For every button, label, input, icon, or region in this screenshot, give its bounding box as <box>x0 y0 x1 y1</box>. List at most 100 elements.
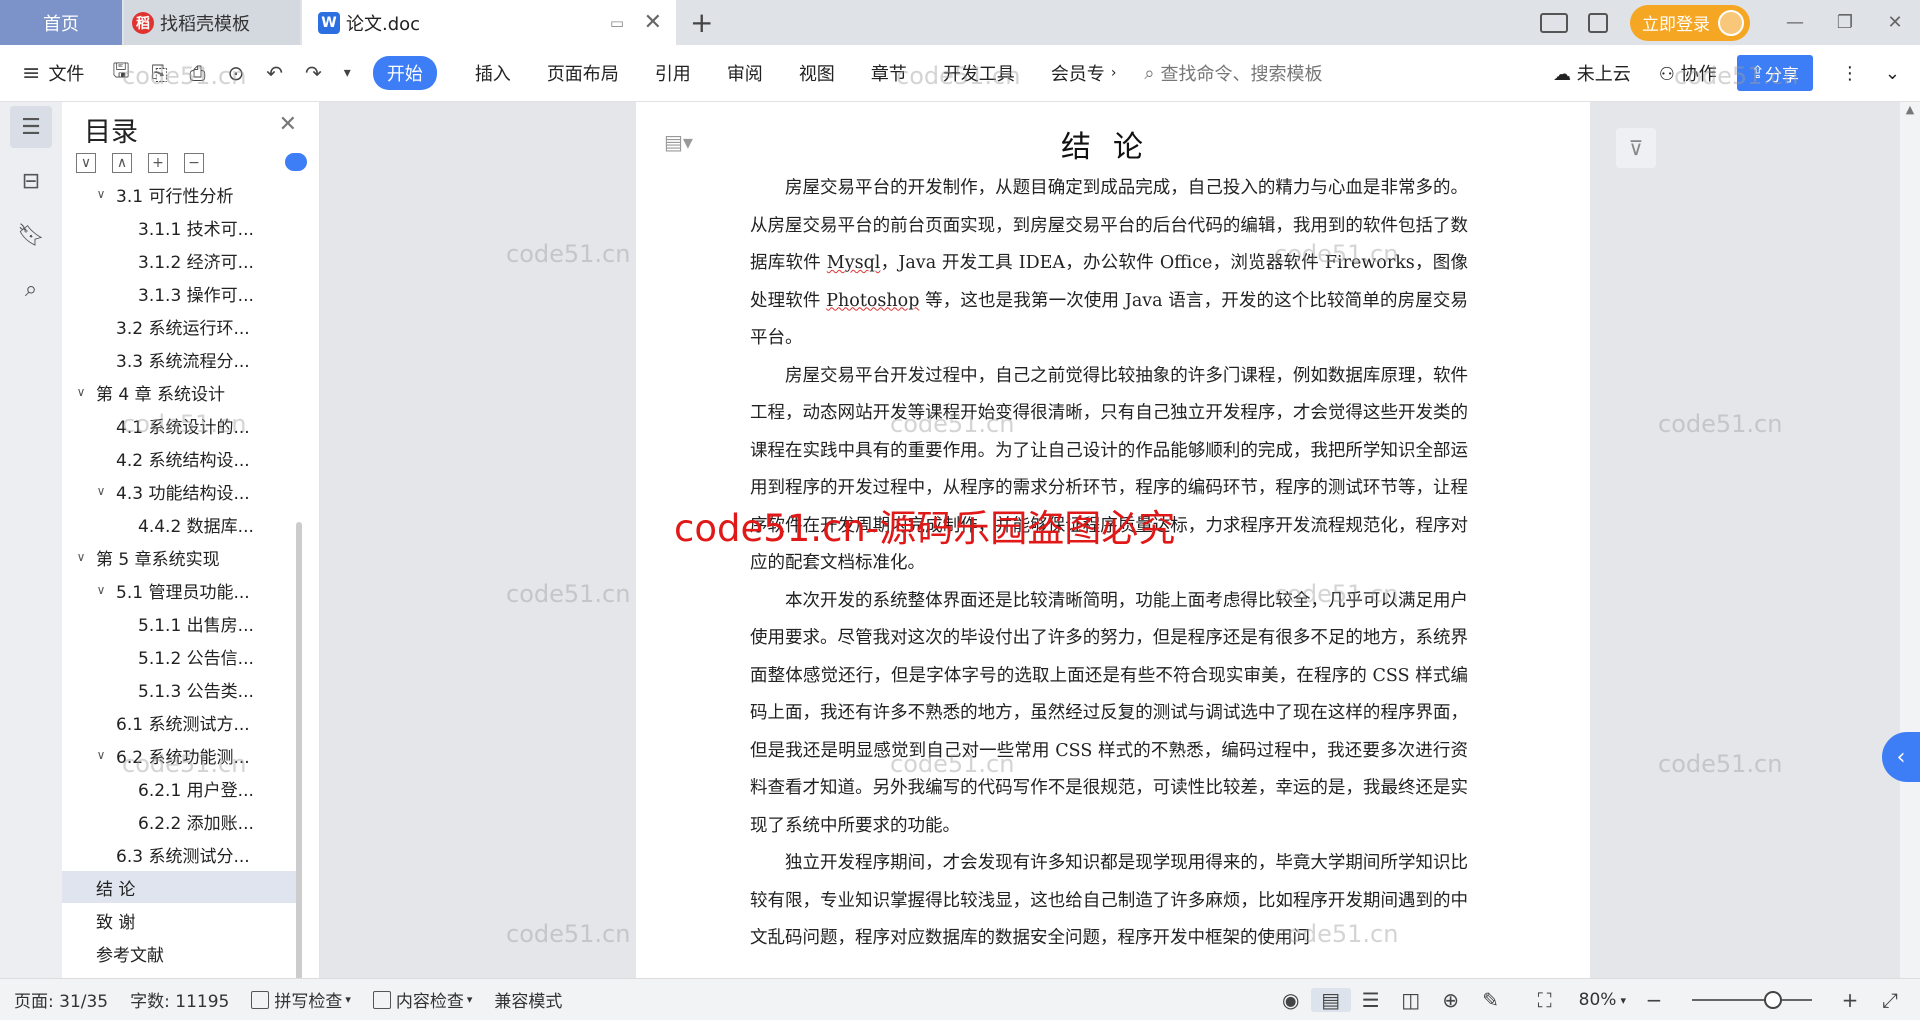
remove-heading-icon[interactable]: − <box>184 153 204 173</box>
compat-mode[interactable]: 兼容模式 <box>494 987 562 1012</box>
expand-chevron-icon[interactable]: ∨ <box>72 385 90 399</box>
outline-view-icon[interactable]: ☰ <box>1351 988 1391 1012</box>
expand-chevron-icon[interactable]: ∨ <box>92 187 110 201</box>
print-icon[interactable]: ⎙ <box>189 61 205 85</box>
tab-home[interactable]: 首页 <box>0 0 122 45</box>
login-button[interactable]: 立即登录 <box>1630 4 1750 41</box>
ribbon-tab-chapter[interactable]: 章节 <box>871 60 907 86</box>
bookmark-icon[interactable]: 🔖︎ <box>10 214 52 256</box>
zoom-slider[interactable] <box>1692 991 1812 1009</box>
more-options-icon[interactable]: ⋮ <box>1841 63 1859 84</box>
ribbon-tab-developer[interactable]: 开发工具 <box>943 60 1015 86</box>
expand-chevron-icon[interactable]: ∨ <box>92 748 110 762</box>
toc-item[interactable]: 5.1.3 公告类... <box>62 673 302 705</box>
export-icon[interactable]: ⎘ <box>151 61 167 85</box>
print-preview-icon[interactable]: ⊙ <box>227 61 244 85</box>
reading-view-icon[interactable]: ◫ <box>1391 988 1431 1012</box>
restore-icon[interactable]: ❐ <box>1820 12 1870 33</box>
toc-item[interactable]: 致 谢 <box>62 904 302 936</box>
cloud-status[interactable]: ☁ 未上云 <box>1553 60 1631 86</box>
minimize-icon[interactable]: — <box>1770 12 1820 33</box>
toc-item[interactable]: ∨ 3.1 可行性分析 <box>62 178 302 210</box>
tab-document[interactable]: W 论文.doc ▭ ✕ <box>302 0 676 45</box>
quick-access-dropdown-icon[interactable]: ▾ <box>344 65 351 81</box>
ribbon-tab-start[interactable]: 开始 <box>372 56 437 90</box>
vertical-scrollbar[interactable]: ▲ <box>1900 102 1920 978</box>
expand-chevron-icon[interactable]: ∨ <box>92 484 110 498</box>
toc-item[interactable]: 3.1.2 经济可... <box>62 244 302 276</box>
undo-icon[interactable]: ↶ <box>266 61 283 85</box>
ribbon-more-icon[interactable]: › <box>1111 65 1117 81</box>
layout-toggle-icon[interactable] <box>1540 12 1568 33</box>
page-view-icon[interactable]: ▤ <box>1310 988 1351 1012</box>
zoom-slider-knob[interactable] <box>1764 991 1782 1009</box>
ribbon-tab-insert[interactable]: 插入 <box>475 60 511 86</box>
tab-template[interactable]: 稻找稻壳模板 <box>124 0 300 45</box>
fit-page-icon[interactable]: ⛶ <box>1525 988 1565 1012</box>
fullscreen-icon[interactable]: ⤢ <box>1870 988 1910 1012</box>
zoom-level[interactable]: 80% ▾ <box>1579 990 1626 1010</box>
toc-item[interactable]: ∨ 5.1 管理员功能... <box>62 574 302 606</box>
collapse-all-icon[interactable]: ∧ <box>112 153 132 173</box>
toc-panel-icon[interactable]: ☰ <box>10 106 52 148</box>
find-icon[interactable]: ⌕ <box>10 268 52 310</box>
spell-mark-mysql[interactable]: Mysql <box>827 253 881 273</box>
scroll-up-icon[interactable]: ▲ <box>1900 102 1920 118</box>
command-search[interactable]: ⌕ 查找命令、搜索模板 <box>1144 60 1322 86</box>
apps-grid-icon[interactable] <box>1588 12 1608 33</box>
toc-item[interactable]: 6.2.2 添加账... <box>62 805 302 837</box>
expand-all-icon[interactable]: ∨ <box>76 153 96 173</box>
ai-assistant-icon[interactable] <box>285 153 307 171</box>
toc-close-icon[interactable]: ✕ <box>279 112 297 137</box>
collab-button[interactable]: ⚇ 协作 <box>1659 60 1717 86</box>
toc-item[interactable]: 4.4.2 数据库... <box>62 508 302 540</box>
close-tab-icon[interactable]: ✕ <box>644 10 662 35</box>
toc-item[interactable]: 5.1.1 出售房... <box>62 607 302 639</box>
toc-item[interactable]: 4.1 系统设计的... <box>62 409 302 441</box>
word-count[interactable]: 字数: 11195 <box>130 987 229 1012</box>
zoom-out-icon[interactable]: − <box>1634 988 1674 1012</box>
toc-item[interactable]: 3.1.3 操作可... <box>62 277 302 309</box>
spell-check-button[interactable]: 拼写检查 ▾ <box>251 987 351 1012</box>
toc-item[interactable]: 6.1 系统测试方... <box>62 706 302 738</box>
web-view-icon[interactable]: ⊕ <box>1431 988 1471 1012</box>
toc-item[interactable]: 结 论 <box>62 871 302 903</box>
toc-item[interactable]: 3.3 系统流程分... <box>62 343 302 375</box>
toc-item[interactable]: 参考文献 <box>62 937 302 969</box>
toc-scrollbar[interactable] <box>296 522 302 978</box>
ribbon-tab-member[interactable]: 会员专 <box>1051 60 1105 86</box>
expand-chevron-icon[interactable]: ∨ <box>72 550 90 564</box>
monitor-icon[interactable]: ▭ <box>610 14 624 32</box>
zoom-in-icon[interactable]: + <box>1830 988 1870 1012</box>
window-close-icon[interactable]: ✕ <box>1870 12 1920 33</box>
collapse-ribbon-icon[interactable]: ⌄ <box>1885 63 1900 84</box>
file-menu[interactable]: ≡ 文件 <box>22 60 84 86</box>
navigation-icon[interactable]: ⊟ <box>10 160 52 202</box>
toc-item[interactable]: ∨ 6.2 系统功能测... <box>62 739 302 771</box>
side-filter-icon[interactable]: ⊽ <box>1616 128 1656 168</box>
page-count[interactable]: 页面: 31/35 <box>14 987 108 1012</box>
save-icon[interactable]: 🖫 <box>112 56 129 90</box>
toc-item[interactable]: 3.2 系统运行环... <box>62 310 302 342</box>
new-tab-icon[interactable]: + <box>690 6 713 39</box>
ribbon-tab-references[interactable]: 引用 <box>655 60 691 86</box>
toc-item[interactable]: ∨ 第 5 章系统实现 <box>62 541 302 573</box>
ribbon-tab-view[interactable]: 视图 <box>799 60 835 86</box>
share-button[interactable]: ⇪ 分享 <box>1736 55 1813 91</box>
toc-item[interactable]: 5.1.2 公告信... <box>62 640 302 672</box>
toc-item[interactable]: 6.3 系统测试分... <box>62 838 302 870</box>
ribbon-tab-layout[interactable]: 页面布局 <box>547 60 619 86</box>
content-check-button[interactable]: 内容检查 ▾ <box>372 987 472 1012</box>
write-view-icon[interactable]: ✎ <box>1471 988 1511 1012</box>
eye-protection-icon[interactable]: ◉ <box>1271 988 1311 1012</box>
redo-icon[interactable]: ↷ <box>305 61 322 85</box>
expand-chevron-icon[interactable]: ∨ <box>92 583 110 597</box>
add-heading-icon[interactable]: + <box>148 153 168 173</box>
ribbon-tab-review[interactable]: 审阅 <box>727 60 763 86</box>
toc-item[interactable]: ∨ 第 4 章 系统设计 <box>62 376 302 408</box>
spell-mark-photoshop[interactable]: Photoshop <box>826 291 919 311</box>
toc-item[interactable]: ∨ 4.3 功能结构设... <box>62 475 302 507</box>
toc-item[interactable]: 6.2.1 用户登... <box>62 772 302 804</box>
toc-item[interactable]: 4.2 系统结构设... <box>62 442 302 474</box>
toc-item[interactable]: 3.1.1 技术可... <box>62 211 302 243</box>
